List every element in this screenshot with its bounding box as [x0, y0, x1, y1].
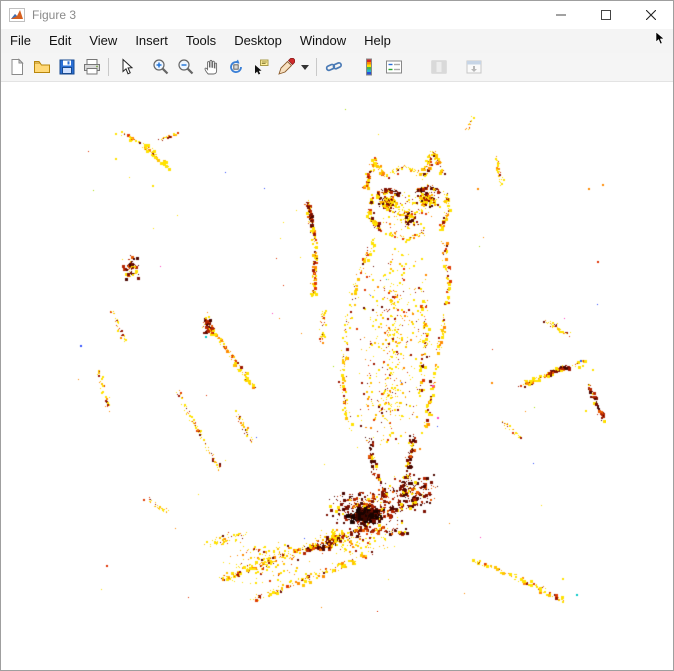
hide-plot-tools-icon: [431, 60, 446, 74]
save-floppy-icon: [59, 59, 74, 75]
chevron-down-icon: [301, 64, 309, 70]
matlab-figure-icon: [8, 7, 26, 23]
title-bar: Figure 3: [1, 1, 673, 29]
brush-dropdown-button[interactable]: [299, 56, 311, 79]
new-figure-icon: [11, 58, 24, 75]
hide-plot-tools-button[interactable]: [427, 56, 450, 79]
brush-icon: [277, 58, 295, 75]
window-title: Figure 3: [32, 8, 77, 22]
close-icon: [645, 10, 656, 20]
rotate-3d-icon: [229, 59, 242, 73]
data-cursor-icon: [254, 59, 268, 75]
rotate-3d-button[interactable]: [224, 56, 247, 79]
save-figure-button[interactable]: [55, 56, 78, 79]
maximize-button[interactable]: [583, 1, 628, 29]
dock-window-icon: [466, 60, 481, 74]
menu-window[interactable]: Window: [291, 29, 355, 53]
menu-edit[interactable]: Edit: [40, 29, 80, 53]
hand-icon: [204, 59, 217, 75]
menu-file[interactable]: File: [1, 29, 40, 53]
zoom-out-button[interactable]: [174, 56, 197, 79]
zoom-in-icon: [152, 59, 168, 75]
link-chain-icon: [325, 62, 342, 72]
maximize-icon: [600, 10, 611, 20]
open-file-button[interactable]: [30, 56, 53, 79]
mouse-cursor: [655, 31, 667, 50]
zoom-out-icon: [177, 59, 193, 75]
print-figure-button[interactable]: [80, 56, 103, 79]
menu-desktop[interactable]: Desktop: [225, 29, 291, 53]
figure-window: Figure 3 File Edit View Insert Tools Des…: [0, 0, 674, 671]
toolbar-separator: [108, 58, 109, 76]
data-cursor-button[interactable]: [249, 56, 272, 79]
insert-legend-button[interactable]: [382, 56, 405, 79]
insert-colorbar-button[interactable]: [357, 56, 380, 79]
minimize-button[interactable]: [538, 1, 583, 29]
figure-image-owl-edge-map: [75, 106, 606, 612]
minimize-icon: [555, 14, 566, 16]
zoom-in-button[interactable]: [149, 56, 172, 79]
printer-icon: [83, 59, 100, 75]
close-button[interactable]: [628, 1, 673, 29]
new-figure-button[interactable]: [5, 56, 28, 79]
legend-icon: [385, 60, 402, 74]
pan-button[interactable]: [199, 56, 222, 79]
colorbar-icon: [365, 58, 372, 76]
link-plot-button[interactable]: [322, 56, 345, 79]
pointer-arrow-icon: [122, 58, 133, 75]
open-folder-icon: [33, 61, 50, 73]
dock-figure-button[interactable]: [462, 56, 485, 79]
menu-tools[interactable]: Tools: [177, 29, 225, 53]
edit-plot-button[interactable]: [114, 56, 137, 79]
menu-help[interactable]: Help: [355, 29, 400, 53]
figure-toolbar: [1, 53, 673, 82]
brush-button[interactable]: [274, 56, 297, 79]
toolbar-separator: [316, 58, 317, 76]
window-controls: [538, 1, 673, 29]
menu-insert[interactable]: Insert: [126, 29, 177, 53]
figure-client-area: [1, 82, 673, 670]
menu-view[interactable]: View: [80, 29, 126, 53]
menu-bar: File Edit View Insert Tools Desktop Wind…: [1, 29, 673, 53]
